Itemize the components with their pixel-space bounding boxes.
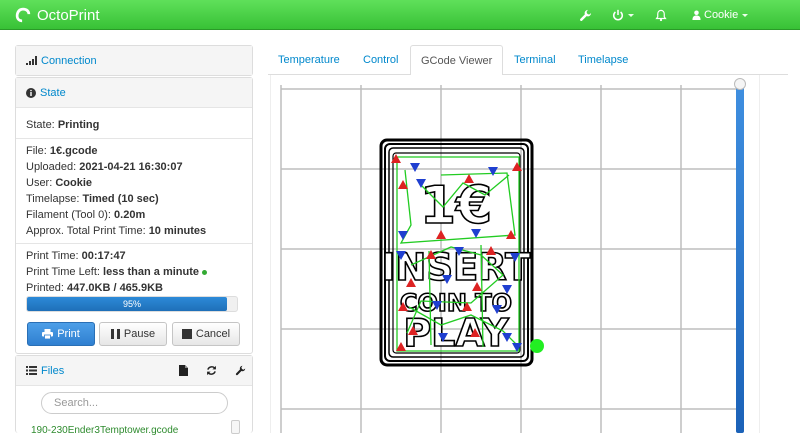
file-search-input[interactable] — [41, 392, 228, 414]
main-tabs: Temperature Control GCode Viewer Termina… — [268, 45, 788, 76]
layer-slider-handle[interactable] — [734, 78, 746, 90]
stop-icon — [181, 329, 192, 339]
power-menu[interactable] — [612, 7, 634, 23]
user-menu[interactable]: Cookie — [692, 7, 749, 23]
file-list-item[interactable]: 190-230Ender3Temptower.gcode — [31, 425, 178, 436]
unretract-marker — [488, 167, 498, 176]
printed-row: Printed: 447.0KB / 465.9KB — [26, 282, 163, 294]
state-panel: State State: Printing File: 1€.gcode Upl… — [15, 77, 253, 354]
chevron-down-icon — [742, 13, 749, 17]
tab-temperature[interactable]: Temperature — [268, 45, 350, 75]
gcode-render: 1€ INSERT COIN TO PLAY — [280, 85, 736, 433]
octoprint-logo-icon — [15, 7, 31, 23]
progress-text: 95% — [122, 299, 141, 309]
info-icon — [26, 87, 36, 98]
tab-timelapse[interactable]: Timelapse — [568, 45, 638, 75]
files-toolbar — [161, 356, 246, 385]
text-line-1: 1€ — [420, 176, 492, 236]
top-navbar: OctoPrint Cookie — [0, 0, 800, 30]
state-row: State: Printing — [26, 119, 100, 131]
new-file-icon[interactable] — [179, 365, 188, 376]
pause-icon — [110, 329, 120, 339]
connection-panel: Connection — [15, 45, 253, 76]
tab-terminal[interactable]: Terminal — [504, 45, 566, 75]
settings-button[interactable] — [579, 7, 592, 23]
wrench-icon — [580, 9, 592, 21]
notifications-button[interactable] — [655, 7, 667, 23]
chevron-down-icon — [628, 13, 634, 17]
files-title: Files — [41, 364, 65, 377]
cancel-button[interactable]: Cancel — [172, 322, 240, 346]
filament-row: Filament (Tool 0): 0.20m — [26, 209, 146, 221]
layer-slider[interactable] — [736, 83, 744, 433]
state-header[interactable]: State — [16, 78, 252, 107]
gcode-viewer-canvas[interactable]: 1€ INSERT COIN TO PLAY — [270, 75, 760, 433]
print-button[interactable]: Print — [27, 322, 95, 346]
list-icon — [26, 366, 37, 375]
file-row: File: 1€.gcode — [26, 145, 98, 157]
brand-name: OctoPrint — [37, 6, 100, 24]
uploaded-row: Uploaded: 2021-04-21 16:30:07 — [26, 161, 183, 173]
approx-time-row: Approx. Total Print Time: 10 minutes — [26, 225, 207, 237]
unretract-marker — [410, 163, 420, 172]
print-progress-bar: 95% — [26, 296, 238, 312]
time-left-row: Print Time Left: less than a minute — [26, 264, 242, 280]
power-icon — [612, 9, 624, 21]
tab-gcode-viewer[interactable]: GCode Viewer — [410, 45, 504, 76]
text-line-4: PLAY — [403, 311, 509, 355]
signal-icon — [26, 56, 37, 65]
print-time-row: Print Time: 00:17:47 — [26, 250, 126, 262]
user-row: User: Cookie — [26, 177, 93, 189]
files-panel: Files 190-230Ender3Temptower.gcode — [15, 355, 253, 436]
connection-title: Connection — [41, 54, 97, 67]
unretract-marker — [398, 231, 408, 240]
timelapse-row: Timelapse: Timed (10 sec) — [26, 193, 159, 205]
print-text-shapes: 1€ INSERT COIN TO PLAY — [381, 175, 532, 356]
brand[interactable]: OctoPrint — [14, 5, 100, 25]
bell-icon — [655, 9, 667, 21]
user-icon — [692, 10, 701, 20]
toolhead-position — [530, 339, 544, 353]
refresh-icon[interactable] — [206, 365, 217, 376]
user-name: Cookie — [704, 9, 739, 21]
tab-control[interactable]: Control — [353, 45, 408, 75]
state-title: State — [40, 86, 66, 99]
wrench-icon[interactable] — [235, 365, 246, 376]
connection-header[interactable]: Connection — [16, 46, 252, 75]
pause-button[interactable]: Pause — [99, 322, 167, 346]
file-list-scrollbar[interactable] — [231, 420, 240, 434]
printer-icon — [42, 329, 54, 339]
status-dot-icon — [202, 269, 208, 275]
